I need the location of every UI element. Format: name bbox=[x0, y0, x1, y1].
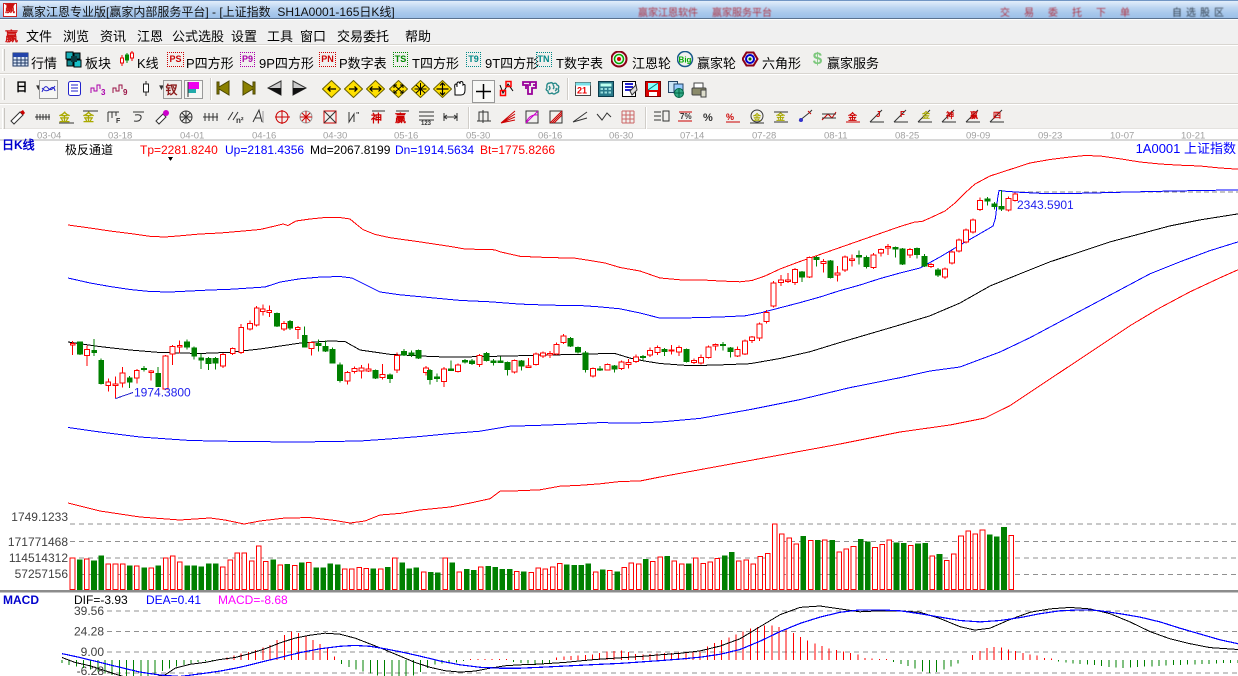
svg-text:Bt=1775.8266: Bt=1775.8266 bbox=[480, 143, 555, 157]
svg-text:赢: 赢 bbox=[395, 111, 406, 125]
svg-text:钗: 钗 bbox=[166, 82, 178, 97]
svg-text:%: % bbox=[726, 112, 734, 122]
svg-text:": " bbox=[356, 112, 359, 119]
svg-text:57257156: 57257156 bbox=[15, 567, 69, 581]
svg-text:赢: 赢 bbox=[970, 110, 978, 120]
svg-text:114514312: 114514312 bbox=[9, 551, 69, 565]
svg-text:3: 3 bbox=[101, 88, 106, 97]
svg-text:日K线: 日K线 bbox=[2, 137, 35, 152]
svg-text:1A0001 上证指数: 1A0001 上证指数 bbox=[1136, 141, 1236, 156]
svg-text:2343.5901: 2343.5901 bbox=[1017, 198, 1074, 212]
svg-text:%: % bbox=[703, 112, 713, 124]
svg-text:金: 金 bbox=[847, 111, 858, 122]
svg-text:171771468: 171771468 bbox=[8, 535, 68, 549]
svg-text:24.28: 24.28 bbox=[74, 625, 104, 639]
svg-text:39.56: 39.56 bbox=[74, 604, 104, 618]
svg-text:9: 9 bbox=[123, 88, 128, 97]
svg-text:7%: 7% bbox=[680, 112, 692, 121]
svg-text:金: 金 bbox=[752, 112, 762, 122]
svg-text:123: 123 bbox=[421, 121, 432, 126]
svg-text:金: 金 bbox=[58, 110, 71, 124]
svg-text:MACD=-8.68: MACD=-8.68 bbox=[218, 593, 288, 607]
svg-text:DEA=0.41: DEA=0.41 bbox=[146, 593, 201, 607]
svg-text:Up=2181.4356: Up=2181.4356 bbox=[225, 143, 304, 157]
svg-text:9.00: 9.00 bbox=[81, 645, 105, 659]
svg-text:金: 金 bbox=[775, 111, 786, 122]
svg-text:神: 神 bbox=[371, 111, 382, 125]
svg-text:F: F bbox=[900, 110, 905, 119]
svg-text:四: 四 bbox=[993, 111, 1001, 120]
svg-text:神: 神 bbox=[946, 110, 954, 120]
svg-text:F: F bbox=[116, 118, 121, 125]
svg-text:Tp=2281.8240: Tp=2281.8240 bbox=[140, 143, 218, 157]
svg-text:金: 金 bbox=[82, 110, 95, 124]
svg-text:1749.1233: 1749.1233 bbox=[11, 510, 68, 524]
svg-text:21: 21 bbox=[577, 86, 587, 96]
svg-text:n²: n² bbox=[236, 116, 244, 125]
svg-text:Dn=1914.5634: Dn=1914.5634 bbox=[395, 143, 474, 157]
svg-text:1974.3800: 1974.3800 bbox=[134, 386, 191, 400]
svg-text:Big: Big bbox=[679, 56, 692, 65]
svg-text:Md=2067.8199: Md=2067.8199 bbox=[310, 143, 391, 157]
svg-text:J: J bbox=[876, 110, 880, 119]
svg-text:金: 金 bbox=[921, 110, 931, 120]
svg-text:极反通道: 极反通道 bbox=[65, 143, 113, 157]
svg-text:MACD: MACD bbox=[3, 593, 39, 607]
